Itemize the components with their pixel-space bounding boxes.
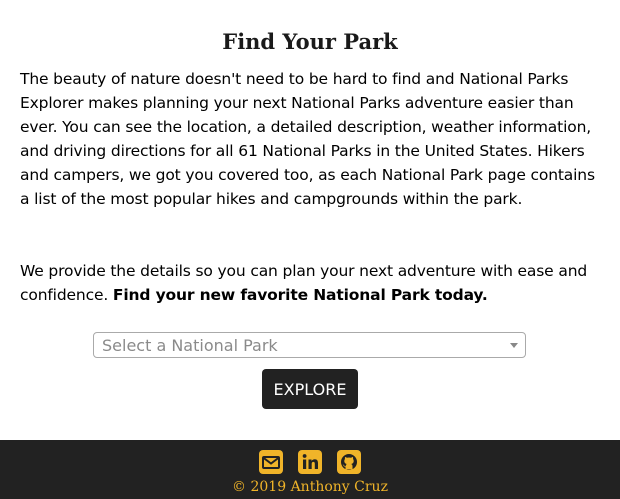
page-title: Find Your Park (222, 29, 398, 54)
github-icon[interactable] (336, 449, 362, 475)
park-select[interactable]: Select a National Park (93, 332, 526, 358)
copyright-text: © 2019 Anthony Cruz (232, 479, 388, 495)
envelope-icon[interactable] (258, 449, 284, 475)
footer: © 2019 Anthony Cruz (0, 440, 620, 499)
intro-paragraph: The beauty of nature doesn't need to be … (20, 70, 595, 208)
park-select-placeholder: Select a National Park (102, 336, 278, 355)
explore-button[interactable]: EXPLORE (262, 369, 358, 409)
details-paragraph: We provide the details so you can plan y… (20, 259, 605, 307)
main-content: Find Your Park The beauty of nature does… (0, 0, 620, 440)
linkedin-icon[interactable] (297, 449, 323, 475)
details-cta-text: Find your new favorite National Park tod… (112, 286, 488, 304)
chevron-down-icon (510, 343, 518, 348)
social-links (258, 449, 368, 475)
